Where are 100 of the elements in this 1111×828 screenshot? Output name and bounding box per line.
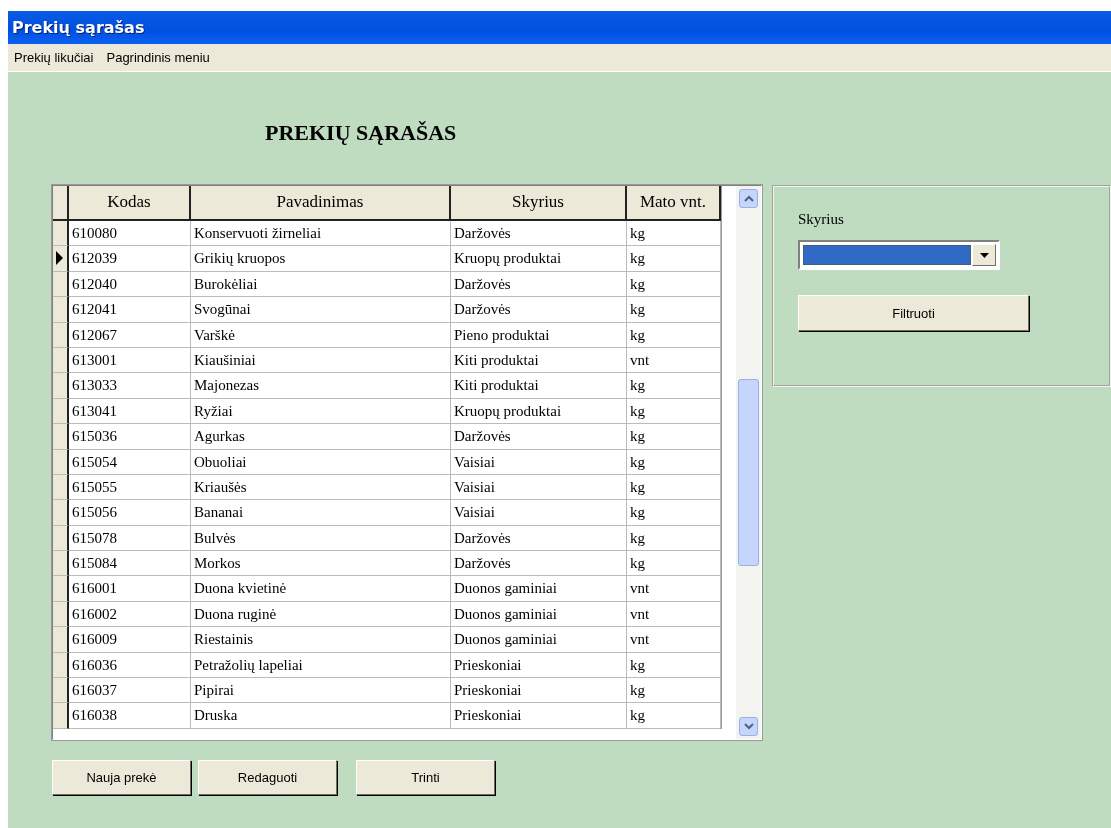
filter-label: Skyrius (798, 211, 844, 228)
row-selector[interactable] (53, 703, 69, 729)
row-selector[interactable] (53, 678, 69, 704)
header-corner[interactable] (53, 186, 69, 221)
table-cell: 616038 (69, 703, 191, 729)
table-cell: Prieskoniai (451, 678, 627, 704)
page-heading: PREKIŲ SĄRAŠAS (265, 120, 457, 146)
table-cell: Duona ruginė (191, 601, 451, 628)
row-selector[interactable] (53, 652, 69, 679)
table-cell: Kiaušiniai (191, 347, 451, 374)
action-button[interactable]: Redaguoti (198, 760, 337, 795)
row-selector[interactable] (53, 424, 69, 450)
table-cell: 616036 (69, 652, 191, 679)
menu-item[interactable]: Prekių likučiai (14, 50, 94, 65)
table-cell: 615054 (69, 449, 191, 475)
table-cell: 610080 (69, 221, 191, 247)
table-cell: Riestainis (191, 627, 451, 653)
table-cell: kg (627, 246, 721, 272)
row-selector[interactable] (53, 551, 69, 577)
action-button[interactable]: Trinti (356, 760, 495, 795)
table-cell: Kiti produktai (451, 347, 627, 374)
table-cell: Morkos (191, 551, 451, 577)
table-cell: Kruopų produktai (451, 398, 627, 425)
table-cell: kg (627, 678, 721, 704)
table-cell: Daržovės (451, 525, 627, 552)
row-selector[interactable] (53, 322, 69, 348)
scrollbar[interactable] (736, 186, 761, 739)
table-cell: Vaisiai (451, 500, 627, 526)
table-cell: kg (627, 322, 721, 348)
table-cell: 612040 (69, 271, 191, 298)
row-selector[interactable] (53, 525, 69, 552)
table-cell: Duonos gaminiai (451, 576, 627, 602)
department-dropdown[interactable] (798, 240, 1000, 270)
table-cell: Daržovės (451, 271, 627, 298)
dropdown-caret-icon[interactable] (972, 244, 996, 266)
filter-button[interactable]: Filtruoti (798, 295, 1029, 331)
table-cell: vnt (627, 576, 721, 602)
row-selector[interactable] (53, 297, 69, 323)
row-selector[interactable] (53, 221, 69, 247)
table-cell: kg (627, 271, 721, 298)
row-selector[interactable] (53, 627, 69, 653)
table-cell: Grikių kruopos (191, 246, 451, 272)
row-selector[interactable] (53, 271, 69, 298)
row-selector[interactable] (53, 500, 69, 526)
table-cell: Petražolių lapeliai (191, 652, 451, 679)
scroll-thumb[interactable] (738, 379, 759, 566)
row-selector[interactable] (53, 474, 69, 501)
action-button[interactable]: Nauja prekė (52, 760, 191, 795)
table-cell: Kiti produktai (451, 373, 627, 399)
table-cell: Prieskoniai (451, 703, 627, 729)
table-cell: vnt (627, 347, 721, 374)
table-cell: 615078 (69, 525, 191, 552)
table-cell: Ryžiai (191, 398, 451, 425)
table-cell: kg (627, 500, 721, 526)
table-cell: kg (627, 474, 721, 501)
table-cell: kg (627, 525, 721, 552)
table-cell: 615056 (69, 500, 191, 526)
table-cell: 612039 (69, 246, 191, 272)
column-header[interactable]: Skyrius (451, 186, 627, 221)
row-selector[interactable] (53, 449, 69, 475)
column-header[interactable]: Mato vnt. (627, 186, 721, 221)
table-cell: 613033 (69, 373, 191, 399)
table-cell: Druska (191, 703, 451, 729)
column-header[interactable]: Pavadinimas (191, 186, 451, 221)
row-selector[interactable] (53, 347, 69, 374)
row-selector[interactable] (53, 373, 69, 399)
table-cell: Prieskoniai (451, 652, 627, 679)
table-cell: Kriaušės (191, 474, 451, 501)
menu-item[interactable]: Pagrindinis meniu (106, 50, 210, 65)
column-header[interactable]: Kodas (69, 186, 191, 221)
row-selector[interactable] (53, 601, 69, 628)
table-cell: 616009 (69, 627, 191, 653)
table-cell: Vaisiai (451, 449, 627, 475)
table-cell: Konservuoti žirneliai (191, 221, 451, 247)
table-cell: Kruopų produktai (451, 246, 627, 272)
table-cell: kg (627, 297, 721, 323)
table-cell: Obuoliai (191, 449, 451, 475)
row-selector[interactable] (53, 246, 69, 272)
table-cell: vnt (627, 627, 721, 653)
table-cell: kg (627, 652, 721, 679)
table-cell: Daržovės (451, 221, 627, 247)
table-cell: kg (627, 703, 721, 729)
scroll-down-icon[interactable] (739, 717, 758, 736)
row-selector[interactable] (53, 576, 69, 602)
table-cell: Agurkas (191, 424, 451, 450)
table-cell: kg (627, 551, 721, 577)
table-cell: vnt (627, 601, 721, 628)
table-cell: Svogūnai (191, 297, 451, 323)
table-cell: Daržovės (451, 551, 627, 577)
table-cell: Daržovės (451, 297, 627, 323)
row-selector[interactable] (53, 398, 69, 425)
table-cell: 615055 (69, 474, 191, 501)
table-cell: Burokėliai (191, 271, 451, 298)
table-cell: kg (627, 221, 721, 247)
scroll-up-icon[interactable] (739, 189, 758, 208)
table-cell: Bulvės (191, 525, 451, 552)
table-cell: kg (627, 398, 721, 425)
table-cell: Daržovės (451, 424, 627, 450)
table-cell: 616037 (69, 678, 191, 704)
table-cell: Majonezas (191, 373, 451, 399)
